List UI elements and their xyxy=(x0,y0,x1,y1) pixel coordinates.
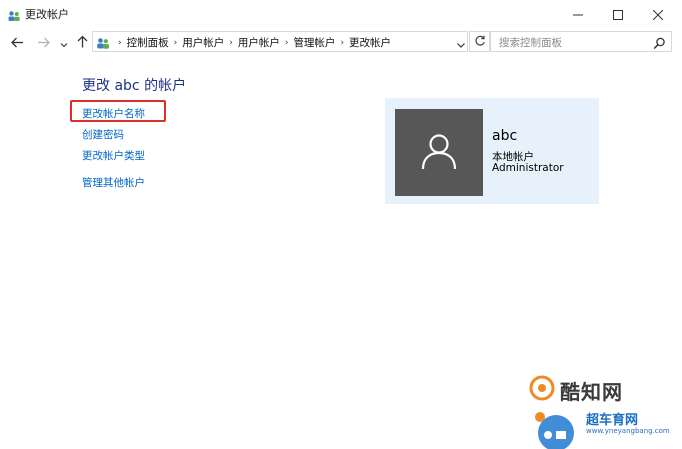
chevron-right-icon: › xyxy=(284,37,289,48)
maximize-button[interactable] xyxy=(598,0,638,28)
watermark-url: www.yneyangbang.com xyxy=(586,427,670,435)
address-bar[interactable]: › 控制面板 › 用户帐户 › 用户帐户 › 管理帐户 › 更改帐户 xyxy=(92,31,468,52)
chevron-right-icon: › xyxy=(340,37,345,48)
chevron-right-icon: › xyxy=(229,37,233,48)
search-input[interactable]: 搜索控制面板 xyxy=(490,31,672,52)
title-bar: 更改帐户 xyxy=(0,0,682,28)
forward-button[interactable] xyxy=(34,32,52,52)
breadcrumb-item-manage-accounts[interactable]: 管理帐户 xyxy=(293,35,335,50)
window-title: 更改帐户 xyxy=(25,8,69,21)
breadcrumb-item-user-accounts-sub[interactable]: 用户帐户 xyxy=(238,35,280,50)
page-title: 更改 abc 的帐户 xyxy=(82,78,187,94)
watermark-text-1: 酷知网 xyxy=(560,380,623,404)
breadcrumb-item-user-accounts[interactable]: 用户帐户 xyxy=(182,35,224,50)
change-account-type-link[interactable]: 更改帐户类型 xyxy=(82,148,145,163)
chevron-right-icon: › xyxy=(118,37,122,48)
watermark-logo-2-icon xyxy=(535,412,574,449)
close-icon xyxy=(652,5,664,24)
watermark-logo-icon xyxy=(529,375,555,401)
up-button[interactable] xyxy=(74,32,90,52)
back-button[interactable] xyxy=(8,32,26,52)
user-accounts-icon xyxy=(7,7,21,21)
user-silhouette-icon xyxy=(419,131,459,175)
control-panel-window: 更改帐户 › 控制面板 › 用户帐户 › 用户帐户 › 管理帐户 › 更改帐户 … xyxy=(0,0,682,449)
user-accounts-icon xyxy=(96,35,110,49)
search-icon[interactable] xyxy=(653,35,666,50)
breadcrumb-item-change-account[interactable]: 更改帐户 xyxy=(349,35,391,50)
chevron-right-icon: › xyxy=(173,37,178,48)
minimize-icon xyxy=(573,5,583,24)
recent-locations-button[interactable] xyxy=(58,32,70,52)
search-placeholder: 搜索控制面板 xyxy=(499,37,562,49)
maximize-icon xyxy=(613,5,623,24)
refresh-button[interactable] xyxy=(469,31,490,52)
watermark-logo-2: 超车育网 www.yneyangbang.com xyxy=(530,405,680,449)
manage-other-accounts-link[interactable]: 管理其他帐户 xyxy=(82,175,145,190)
minimize-button[interactable] xyxy=(558,0,598,28)
change-account-name-link[interactable]: 更改帐户名称 xyxy=(82,106,145,121)
breadcrumb: › 控制面板 › 用户帐户 › 用户帐户 › 管理帐户 › 更改帐户 xyxy=(113,35,391,50)
avatar xyxy=(395,109,483,196)
arrow-up-icon xyxy=(77,33,88,52)
user-name: abc xyxy=(492,128,518,144)
breadcrumb-item-control-panel[interactable]: 控制面板 xyxy=(127,35,169,50)
user-account-card: abc 本地帐户 Administrator xyxy=(385,98,599,204)
watermark-logo-1: 酷知网 xyxy=(528,374,648,404)
account-role: Administrator xyxy=(492,162,564,174)
arrow-left-icon xyxy=(10,33,24,52)
chevron-down-icon xyxy=(60,33,68,52)
create-password-link[interactable]: 创建密码 xyxy=(82,127,124,142)
refresh-icon xyxy=(474,32,486,51)
navigation-bar: › 控制面板 › 用户帐户 › 用户帐户 › 管理帐户 › 更改帐户 搜索控制面… xyxy=(0,30,682,54)
watermark-text-2: 超车育网 xyxy=(586,413,639,428)
address-dropdown-icon[interactable] xyxy=(455,36,467,48)
arrow-right-icon xyxy=(37,33,50,52)
close-button[interactable] xyxy=(638,0,678,28)
